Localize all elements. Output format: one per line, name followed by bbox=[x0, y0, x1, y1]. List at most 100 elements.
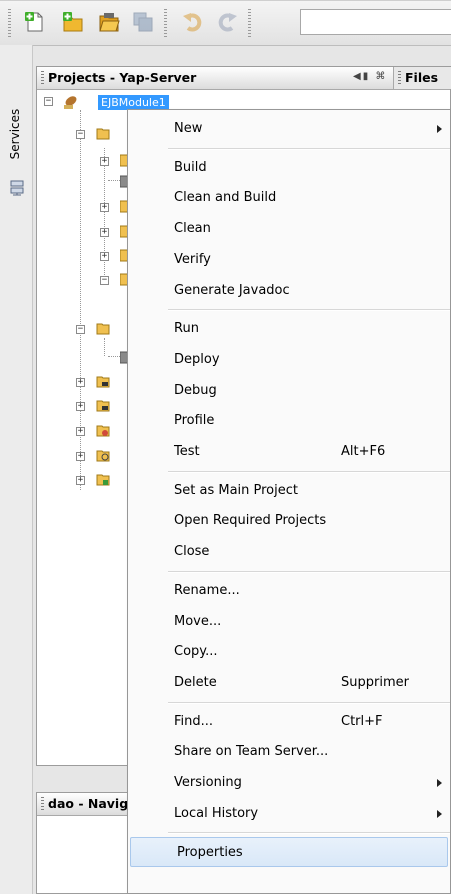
tree-expand-icon[interactable]: + bbox=[100, 252, 109, 261]
menu-item-set-as-main-project[interactable]: Set as Main Project bbox=[128, 476, 450, 506]
menu-item-label: Run bbox=[174, 321, 199, 337]
menu-item-clean-and-build[interactable]: Clean and Build bbox=[128, 183, 450, 213]
navigator-panel-title[interactable]: dao - Navigator bbox=[48, 796, 135, 811]
menu-item-label: Delete bbox=[174, 674, 217, 690]
menu-item-debug[interactable]: Debug bbox=[128, 376, 450, 406]
new-file-icon[interactable] bbox=[24, 11, 46, 33]
toolbar-grip[interactable] bbox=[8, 9, 11, 37]
folder-icon bbox=[96, 128, 110, 140]
menu-item-delete[interactable]: Delete Supprimer bbox=[128, 668, 450, 698]
tree-branch bbox=[108, 356, 120, 357]
menu-item-new[interactable]: New bbox=[128, 114, 450, 144]
menu-item-label: Deploy bbox=[174, 351, 220, 367]
libraries-folder-icon bbox=[96, 400, 110, 412]
toolbar-combo-field[interactable] bbox=[300, 9, 451, 35]
tree-expand-icon[interactable]: + bbox=[76, 427, 85, 436]
save-all-icon[interactable] bbox=[132, 11, 154, 33]
menu-separator bbox=[168, 147, 450, 150]
panel-grip[interactable] bbox=[41, 797, 44, 811]
menu-item-rename[interactable]: Rename... bbox=[128, 576, 450, 606]
menu-item-label: Open Required Projects bbox=[174, 513, 327, 529]
tree-root-node[interactable]: EJBModule1 bbox=[98, 95, 169, 110]
tree-expand-icon[interactable]: + bbox=[100, 157, 109, 166]
menu-separator bbox=[168, 570, 450, 573]
toolbar-grip[interactable] bbox=[248, 9, 251, 37]
menu-separator bbox=[168, 309, 450, 312]
tree-expand-icon[interactable]: + bbox=[76, 476, 85, 485]
menu-separator bbox=[168, 470, 450, 473]
menu-item-label: Build bbox=[174, 159, 207, 175]
menu-item-local-history[interactable]: Local History bbox=[128, 799, 450, 829]
tree-expand-icon[interactable]: + bbox=[76, 402, 85, 411]
navigator-panel: dao - Navigator bbox=[36, 792, 136, 894]
menu-item-clean[interactable]: Clean bbox=[128, 214, 450, 244]
tree-collapse-icon[interactable]: − bbox=[44, 97, 53, 106]
menu-item-label: Properties bbox=[177, 845, 243, 861]
menu-item-label: Profile bbox=[174, 413, 215, 429]
menu-item-open-required-projects[interactable]: Open Required Projects bbox=[128, 506, 450, 536]
menu-item-run[interactable]: Run bbox=[128, 314, 450, 344]
menu-item-label: Generate Javadoc bbox=[174, 282, 290, 298]
menu-item-find[interactable]: Find... Ctrl+F bbox=[128, 707, 450, 737]
menu-item-shortcut: Supprimer bbox=[341, 674, 409, 690]
new-project-icon[interactable] bbox=[62, 11, 84, 33]
menu-item-verify[interactable]: Verify bbox=[128, 245, 450, 275]
ejb-module-icon bbox=[64, 96, 77, 109]
menu-separator bbox=[168, 701, 450, 704]
toolbar-grip[interactable] bbox=[164, 9, 167, 37]
source-folder-icon bbox=[96, 450, 110, 462]
tree-expand-icon[interactable]: + bbox=[76, 452, 85, 461]
project-context-menu: New Build Clean and Build Clean Verify Genera… bbox=[127, 109, 451, 894]
tree-expand-icon[interactable]: + bbox=[100, 228, 109, 237]
menu-item-label: Set as Main Project bbox=[174, 482, 298, 498]
tree-expand-icon[interactable]: + bbox=[100, 203, 109, 212]
tree-branch bbox=[108, 180, 120, 181]
menu-item-label: Close bbox=[174, 544, 210, 560]
projects-panel-title[interactable]: Projects - Yap-Server bbox=[48, 70, 196, 85]
menu-item-label: New bbox=[174, 121, 203, 136]
menu-item-move[interactable]: Move... bbox=[128, 607, 450, 637]
menu-item-versioning[interactable]: Versioning bbox=[128, 768, 450, 798]
libraries-folder-icon bbox=[96, 376, 110, 388]
menu-item-close[interactable]: Close bbox=[128, 537, 450, 567]
open-project-icon[interactable] bbox=[98, 11, 120, 33]
tree-collapse-icon[interactable]: − bbox=[76, 130, 85, 139]
projects-panel-header: Projects - Yap-Server ◀▮ ⌘ Files bbox=[37, 67, 451, 90]
tree-guide-line bbox=[104, 148, 105, 283]
tree-expand-icon[interactable]: + bbox=[76, 378, 85, 387]
menu-item-build[interactable]: Build bbox=[128, 153, 450, 183]
navigator-panel-header: dao - Navigator bbox=[37, 793, 135, 816]
menu-item-test[interactable]: Test Alt+F6 bbox=[128, 437, 450, 467]
menu-item-profile[interactable]: Profile bbox=[128, 406, 450, 436]
server-resources-icon bbox=[96, 474, 110, 486]
submenu-arrow-icon bbox=[437, 125, 442, 133]
menu-item-label: Move... bbox=[174, 613, 222, 629]
menu-item-generate-javadoc[interactable]: Generate Javadoc bbox=[128, 276, 450, 306]
panel-minimize-close-icons[interactable]: ◀▮ ⌘ bbox=[353, 71, 387, 82]
services-tab-label: Services bbox=[8, 108, 22, 160]
main-toolbar bbox=[0, 0, 451, 46]
tree-collapse-icon[interactable]: − bbox=[100, 276, 109, 285]
services-tab[interactable]: Services bbox=[5, 105, 27, 169]
redo-icon[interactable] bbox=[216, 11, 238, 33]
menu-separator bbox=[168, 832, 450, 835]
menu-item-label: Clean bbox=[174, 221, 211, 237]
menu-item-label: Versioning bbox=[174, 775, 242, 790]
menu-item-share-on-team-server[interactable]: Share on Team Server... bbox=[128, 737, 450, 767]
tab-files[interactable]: Files bbox=[393, 67, 451, 89]
panel-grip[interactable] bbox=[41, 71, 44, 85]
undo-icon[interactable] bbox=[182, 11, 204, 33]
menu-item-copy[interactable]: Copy... bbox=[128, 637, 450, 667]
menu-item-label: Rename... bbox=[174, 582, 240, 598]
menu-item-label: Share on Team Server... bbox=[174, 744, 329, 760]
menu-item-label: Debug bbox=[174, 382, 217, 398]
submenu-arrow-icon bbox=[437, 809, 442, 818]
menu-item-label: Local History bbox=[174, 805, 259, 821]
menu-item-properties[interactable]: Properties bbox=[130, 837, 448, 868]
config-folder-icon bbox=[96, 425, 110, 437]
panel-grip[interactable] bbox=[398, 71, 401, 85]
tree-collapse-icon[interactable]: − bbox=[76, 325, 85, 334]
menu-item-deploy[interactable]: Deploy bbox=[128, 345, 450, 375]
services-icon bbox=[10, 180, 24, 196]
menu-item-label: Copy... bbox=[174, 644, 218, 660]
